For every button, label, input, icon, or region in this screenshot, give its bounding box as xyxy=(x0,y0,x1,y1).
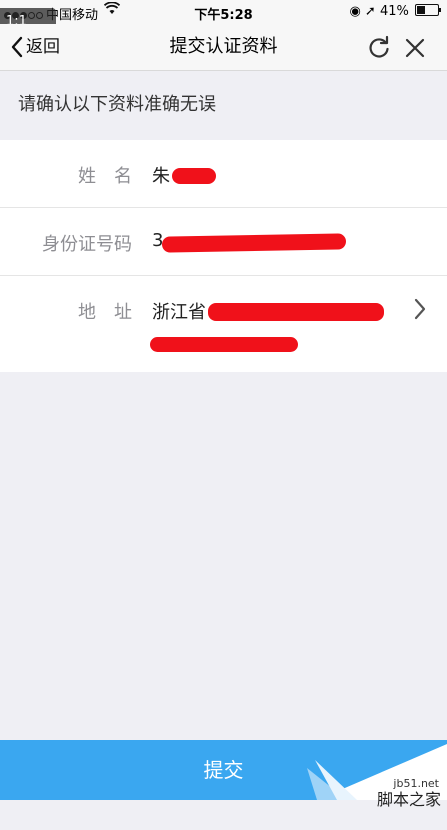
close-icon xyxy=(405,38,425,58)
address-label: 地 址 xyxy=(78,302,132,323)
refresh-button[interactable] xyxy=(366,35,392,61)
back-chevron-icon xyxy=(11,36,23,58)
battery-icon xyxy=(415,4,441,16)
back-button[interactable]: 返回 xyxy=(10,24,60,70)
address-redaction-line1 xyxy=(208,303,384,321)
id-label: 身份证号码 xyxy=(42,234,132,255)
status-right: ◉ ➚ 41% xyxy=(349,4,441,19)
back-label: 返回 xyxy=(26,37,60,57)
info-form: 姓 名 朱 身份证号码 3 地 址 浙江省 xyxy=(0,140,447,372)
battery-percent: 41% xyxy=(379,4,409,19)
watermark-logo: jb51.net 脚本之家 xyxy=(307,740,447,809)
submit-button[interactable]: 提交 jb51.net 脚本之家 xyxy=(0,740,447,809)
name-label: 姓 名 xyxy=(78,166,132,187)
status-bar: 中国移动 下午5:28 ◉ ➚ 41% xyxy=(0,0,447,24)
id-row: 身份证号码 3 xyxy=(0,208,447,276)
name-redaction xyxy=(172,168,216,184)
address-row[interactable]: 地 址 浙江省 xyxy=(0,276,447,372)
watermark-name: 脚本之家 xyxy=(376,790,441,809)
refresh-icon xyxy=(369,35,389,58)
confirm-notice: 请确认以下资料准确无误 xyxy=(18,94,216,115)
location-icon: ◉ ➚ xyxy=(349,4,376,19)
submit-label: 提交 xyxy=(203,758,244,782)
address-redaction-line2 xyxy=(150,337,298,352)
name-row: 姓 名 朱 xyxy=(0,140,447,208)
id-redaction xyxy=(161,233,347,253)
close-button[interactable] xyxy=(402,35,428,61)
nav-bar: 返回 提交认证资料 xyxy=(0,24,447,71)
chevron-right-icon xyxy=(414,298,426,320)
